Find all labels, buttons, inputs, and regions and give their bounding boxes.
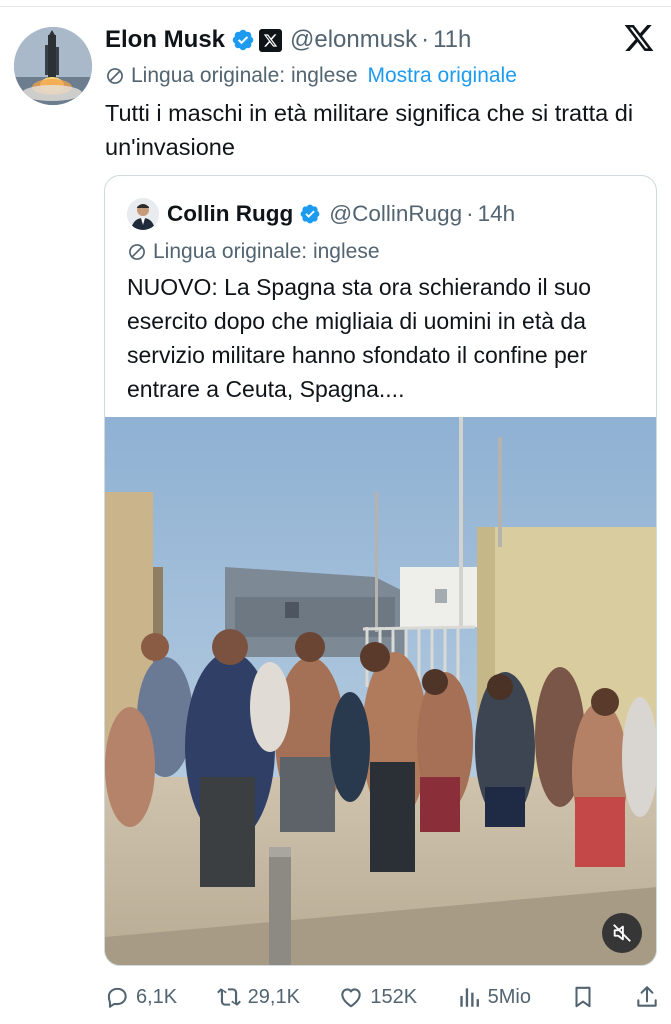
x-logo-icon[interactable] xyxy=(623,22,655,54)
translate-icon xyxy=(107,68,123,84)
quoted-tweet-card[interactable]: Collin Rugg @CollinRugg · 14h Lingua ori… xyxy=(104,175,657,966)
video-frame xyxy=(105,417,656,965)
like-count: 152K xyxy=(370,985,418,1008)
quoted-translation-note: Lingua originale: inglese xyxy=(127,238,380,266)
quoted-author-name[interactable]: Collin Rugg xyxy=(167,201,293,227)
mute-button[interactable] xyxy=(602,913,642,953)
views-icon xyxy=(459,988,479,1007)
author-avatar[interactable] xyxy=(14,27,92,105)
mute-icon xyxy=(613,924,631,942)
action-bar: 6,1K 29,1K 152K 5Mio xyxy=(104,980,660,1014)
repost-button[interactable]: 29,1K xyxy=(216,984,300,1010)
quoted-tweet-time[interactable]: 14h xyxy=(478,201,516,227)
tweet-header: Elon Musk @elonmusk · 11h xyxy=(105,24,471,56)
repost-icon xyxy=(216,988,241,1006)
tweet-time[interactable]: 11h xyxy=(433,26,471,54)
quoted-tweet-header: Collin Rugg @CollinRugg · 14h xyxy=(127,198,515,230)
share-button[interactable] xyxy=(634,984,660,1010)
show-original-link[interactable]: Mostra originale xyxy=(368,64,517,88)
verified-badge-icon xyxy=(232,29,254,51)
repost-count: 29,1K xyxy=(247,985,300,1008)
bookmark-icon xyxy=(574,986,591,1008)
top-divider xyxy=(0,6,671,7)
quoted-video-thumbnail[interactable] xyxy=(105,417,656,965)
quoted-tweet-text: NUOVO: La Spagna sta ora schierando il s… xyxy=(127,274,592,402)
tweet-text: Tutti i maschi in età militare significa… xyxy=(105,100,634,160)
bookmark-button[interactable] xyxy=(570,984,596,1010)
share-icon xyxy=(637,986,657,1007)
views-count: 5Mio xyxy=(487,985,531,1008)
author-name[interactable]: Elon Musk xyxy=(105,26,225,54)
quoted-translation-label: Lingua originale: inglese xyxy=(153,240,380,263)
author-handle[interactable]: @elonmusk xyxy=(290,26,417,54)
reply-icon xyxy=(107,987,127,1008)
like-button[interactable]: 152K xyxy=(338,984,417,1010)
reply-count: 6,1K xyxy=(136,985,178,1008)
translation-note: Lingua originale: inglese Mostra origina… xyxy=(105,62,517,90)
quoted-author-avatar[interactable] xyxy=(127,198,159,230)
verified-badge-icon xyxy=(300,204,320,224)
separator-dot: · xyxy=(466,201,474,226)
separator-dot: · xyxy=(421,26,430,53)
like-icon xyxy=(341,988,362,1008)
quoted-author-handle[interactable]: @CollinRugg xyxy=(329,201,462,227)
reply-button[interactable]: 6,1K xyxy=(104,984,177,1010)
x-logo-icon xyxy=(259,28,283,52)
views-button[interactable]: 5Mio xyxy=(456,984,531,1010)
translation-label: Lingua originale: inglese xyxy=(131,64,358,87)
translate-icon xyxy=(129,244,145,260)
